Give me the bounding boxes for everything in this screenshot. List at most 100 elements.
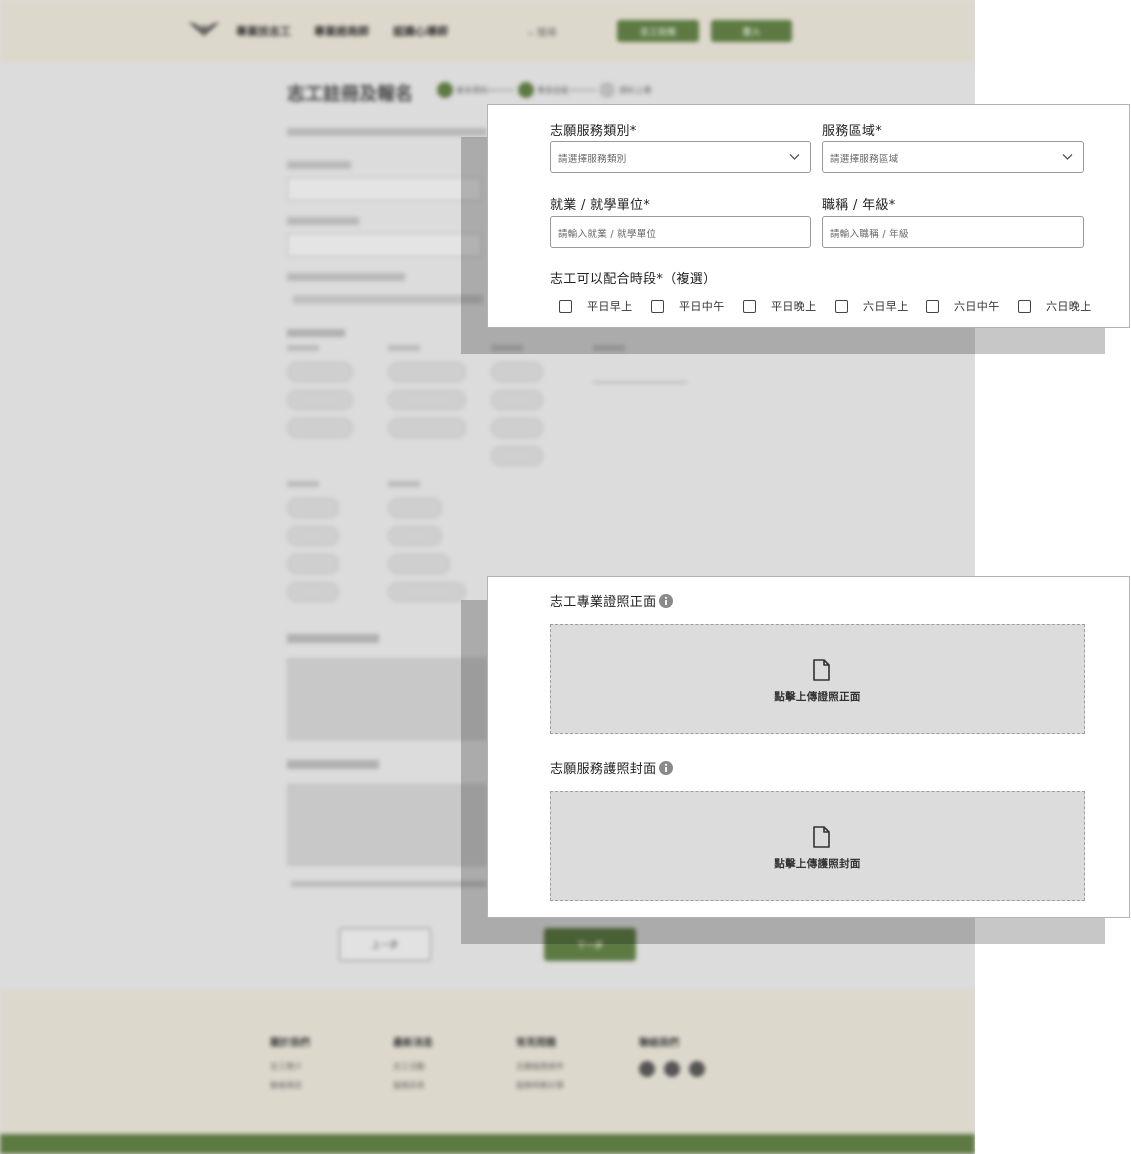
field-label [287, 161, 351, 169]
skill-chip [287, 526, 339, 546]
skill-chip [388, 418, 466, 438]
intro-text [287, 128, 487, 136]
bg-input [287, 177, 482, 201]
field-label [287, 217, 359, 225]
header-register-button[interactable]: 志工註冊 [617, 20, 699, 42]
skill-chip [388, 582, 466, 602]
field-label [287, 273, 405, 281]
info-icon[interactable] [659, 761, 674, 775]
job-title-input[interactable]: 請輸入職稱 / 年級 [822, 216, 1084, 248]
checkbox[interactable] [835, 299, 848, 313]
passport-cover-label: 志願服務護照封面 [550, 758, 674, 777]
field-label [287, 634, 379, 643]
skill-chip [287, 390, 353, 410]
checkbox[interactable] [1018, 299, 1031, 313]
prev-button[interactable]: 上一步 [339, 928, 431, 961]
footer-link[interactable]: 志願服務條件 [516, 1061, 564, 1072]
service-type-select[interactable]: 請選擇服務類別 [550, 141, 811, 173]
license-front-label: 志工專業證照正面 [550, 591, 674, 610]
checkbox[interactable] [743, 299, 756, 313]
passport-cover-label-text: 志願服務護照封面 [550, 762, 657, 777]
license-front-label-text: 志工專業證照正面 [550, 595, 657, 610]
availability-option-weekday-noon[interactable]: 平日中午 [651, 298, 725, 314]
footer-link[interactable]: 志工簡介 [270, 1061, 302, 1072]
site-header [0, 0, 975, 62]
header-search[interactable]: ⌕ 搜尋 [528, 24, 557, 39]
checkbox-label: 六日中午 [954, 300, 1000, 313]
checkbox[interactable] [651, 299, 664, 313]
line-icon[interactable] [689, 1061, 705, 1077]
skill-chip [388, 554, 450, 574]
nav-item-2[interactable]: 認識心導師 [393, 23, 448, 39]
step-label-2: 專長技能 [537, 86, 569, 95]
footer-link[interactable]: 服務訊息 [393, 1080, 425, 1091]
footer-col-title: 最新消息 [393, 1038, 433, 1049]
checkbox[interactable] [926, 299, 939, 313]
service-type-label: 志願服務類別* [550, 124, 637, 139]
bg-input [287, 233, 482, 257]
availability-option-weekday-morning[interactable]: 平日早上 [559, 298, 633, 314]
group-label [287, 481, 319, 487]
skill-chip [491, 418, 543, 438]
dropzone-text: 點擊上傳證照正面 [774, 691, 861, 703]
nav-item-1[interactable]: 專業諮商師 [314, 23, 369, 39]
site-footer [0, 990, 975, 1134]
other-input [593, 365, 687, 383]
header-login-button[interactable]: 登入 [711, 20, 792, 42]
availability-option-weekend-evening[interactable]: 六日晚上 [1018, 298, 1092, 314]
skill-chip [388, 362, 466, 382]
availability-option-weekend-morning[interactable]: 六日早上 [835, 298, 909, 314]
checkbox-label: 平日中午 [679, 300, 725, 313]
skill-chip [287, 498, 339, 518]
license-front-dropzone[interactable]: 點擊上傳證照正面 [550, 624, 1085, 734]
checkbox[interactable] [559, 299, 572, 313]
copyright-bar [0, 1134, 975, 1154]
footer-col-title: 聯絡我們 [639, 1038, 679, 1049]
bg-upload-box [287, 658, 487, 740]
footer-link[interactable]: 服務時數計算 [516, 1080, 564, 1091]
nav-item-0[interactable]: 專業技志工 [236, 23, 291, 39]
file-icon [813, 826, 830, 848]
step-indicator-3 [599, 82, 615, 98]
page-title: 志工註冊及報名 [287, 84, 413, 105]
facebook-icon[interactable] [639, 1061, 655, 1077]
group-label [388, 481, 420, 487]
skill-chip [388, 390, 466, 410]
info-icon[interactable] [659, 594, 674, 608]
checkbox-label: 六日早上 [863, 300, 909, 313]
field-label [287, 760, 379, 769]
job-title-placeholder: 請輸入職稱 / 年級 [830, 229, 909, 240]
step-connector [488, 89, 514, 91]
instagram-icon[interactable] [664, 1061, 680, 1077]
chevron-down-icon [1062, 154, 1073, 160]
file-icon [813, 659, 830, 681]
footer-link[interactable]: 志工活動 [393, 1061, 425, 1072]
skill-chip [388, 498, 442, 518]
availability-label: 志工可以配合時段*（複選） [550, 272, 717, 287]
skill-chip [491, 390, 543, 410]
bg-checkbox-row [293, 295, 483, 304]
skill-chip [287, 418, 353, 438]
passport-cover-dropzone[interactable]: 點擊上傳護照封面 [550, 791, 1085, 901]
step-indicator-2 [518, 82, 534, 98]
footer-link[interactable]: 聯絡資訊 [270, 1080, 302, 1091]
checkbox-label: 平日早上 [587, 300, 633, 313]
field-label [287, 329, 345, 337]
availability-option-weekend-noon[interactable]: 六日中午 [926, 298, 1000, 314]
skill-chip [388, 526, 442, 546]
group-label [388, 345, 420, 351]
bg-upload-box [287, 784, 487, 866]
skill-chip [491, 446, 543, 466]
service-type-placeholder: 請選擇服務類別 [558, 154, 627, 165]
service-area-select[interactable]: 請選擇服務區域 [822, 141, 1084, 173]
job-title-label: 職稱 / 年級* [822, 198, 896, 213]
site-logo-icon[interactable] [186, 18, 222, 40]
step-indicator-1 [437, 82, 453, 98]
skill-chip [287, 362, 353, 382]
step-label-3: 資料上傳 [619, 86, 651, 95]
service-area-label: 服務區域* [822, 124, 882, 139]
chevron-down-icon [789, 154, 800, 160]
availability-option-weekday-evening[interactable]: 平日晚上 [743, 298, 817, 314]
employer-input[interactable]: 請輸入就業 / 就學單位 [550, 216, 811, 248]
group-label [287, 345, 319, 351]
